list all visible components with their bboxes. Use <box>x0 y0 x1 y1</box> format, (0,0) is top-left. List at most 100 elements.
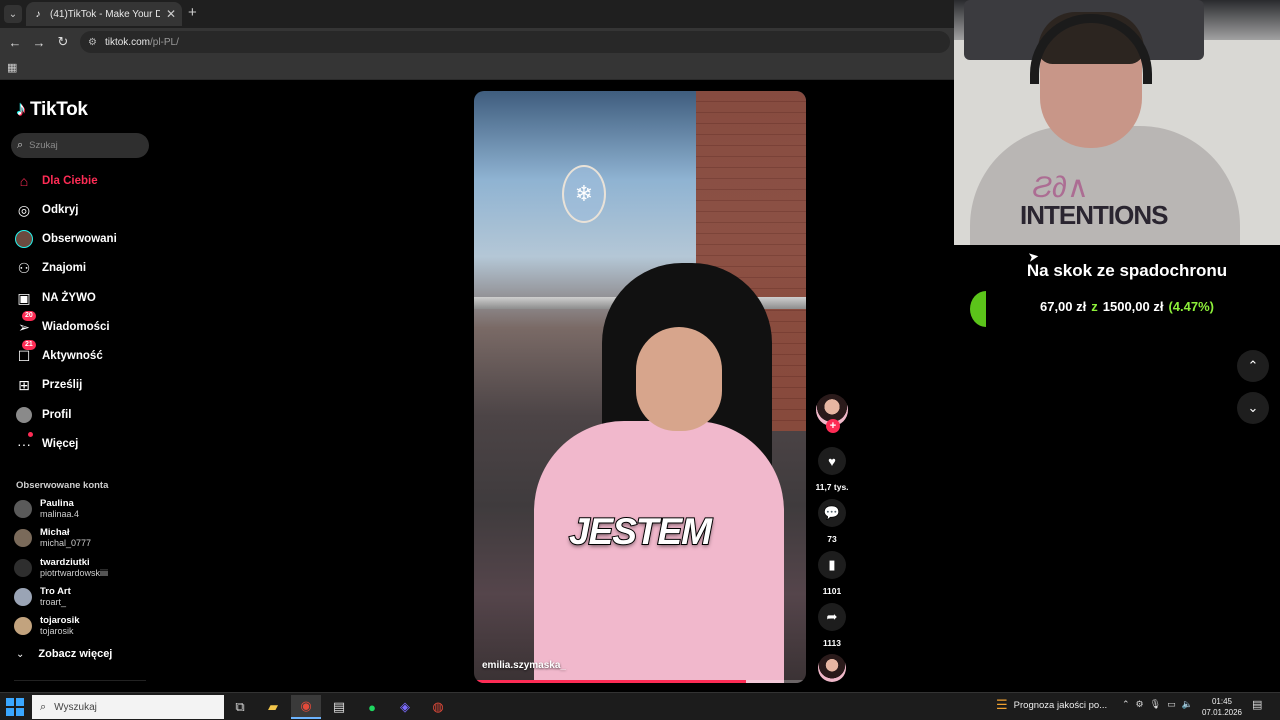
tiktok-note-icon: ♪ <box>16 98 26 120</box>
followed-account[interactable]: Tro Art troart_ <box>14 583 154 611</box>
see-more-button[interactable]: ⌄ Zobacz więcej <box>16 648 112 660</box>
nav-obserwowani[interactable]: Obserwowani <box>14 228 154 250</box>
search-icon[interactable]: ⌕ <box>17 139 23 152</box>
nav-przeslij[interactable]: ⊞ Prześlij <box>14 374 154 396</box>
profile-avatar-icon <box>14 405 34 425</box>
followed-account[interactable]: Paulina malinaa.4 <box>14 495 154 523</box>
donation-goal-progress-fill <box>970 291 986 327</box>
comment-button[interactable]: 💬 <box>818 499 846 527</box>
obs-icon[interactable]: ◍ <box>423 695 453 719</box>
search-box[interactable]: ⌕ <box>11 133 149 158</box>
save-button[interactable]: ▮ <box>818 551 846 579</box>
app-tray-icon[interactable]: ⚙ <box>1136 699 1144 710</box>
logo-text: TikTok <box>30 98 88 120</box>
address-bar[interactable]: ⚙ tiktok.com/pl-PL/ <box>80 31 950 53</box>
share-icon: ➦ <box>826 609 838 624</box>
discord-icon[interactable]: ◈ <box>390 695 420 719</box>
avatar <box>14 500 32 518</box>
apps-grid-icon[interactable]: ▦ <box>7 61 17 74</box>
taskbar-search[interactable]: ⌕ Wyszukaj <box>32 695 224 719</box>
followed-account[interactable]: twardziutki piotrtwardowskiiii <box>14 554 154 582</box>
next-video-button[interactable]: ⌄ <box>1237 392 1269 424</box>
webcam-feed: Ƨ∂∧ INTENTIONS <box>954 0 1280 245</box>
nav-odkryj[interactable]: ◎ Odkryj <box>14 199 154 221</box>
tab-close-icon[interactable]: ✕ <box>166 7 176 21</box>
following-avatar-icon <box>14 229 34 249</box>
see-more-label: Zobacz więcej <box>38 648 113 660</box>
video-player[interactable]: ❄ JESTEM emilia.szymaska_ <box>474 91 806 683</box>
nav-wiecej[interactable]: ··· Więcej <box>14 432 154 455</box>
account-name: Paulina <box>40 498 74 509</box>
url-path: /pl-PL/ <box>149 36 179 48</box>
nav-znajomi[interactable]: ⚇ Znajomi <box>14 257 154 279</box>
volume-icon[interactable]: 🔈 <box>1182 699 1193 710</box>
nav-label: Dla Ciebie <box>42 175 98 187</box>
nav-label: Odkryj <box>42 204 79 216</box>
nav-dla-ciebie[interactable]: ⌂ Dla Ciebie <box>14 170 154 192</box>
nav-label: Prześlij <box>42 379 83 391</box>
goal-amount: 67,00 zł <box>1039 299 1087 314</box>
avatar <box>14 529 32 547</box>
video-progress-bar[interactable] <box>474 680 806 683</box>
account-username: malinaa.4 <box>40 509 80 519</box>
comment-icon: 💬 <box>823 505 841 520</box>
goal-separator: z <box>1091 299 1098 314</box>
network-icon[interactable]: ▭ <box>1167 699 1176 710</box>
followed-accounts-title: Obserwowane konta <box>16 480 109 491</box>
taskbar-search-placeholder: Wyszukaj <box>54 701 97 713</box>
browser-toolbar: ← → ↻ ⚙ tiktok.com/pl-PL/ <box>0 28 954 56</box>
taskbar-clock[interactable]: 01:45 07.01.2026 <box>1200 696 1244 718</box>
followed-account[interactable]: tojarosik tojarosik <box>14 612 154 640</box>
music-disc-avatar[interactable] <box>818 654 846 682</box>
weather-text: Prognoza jakości po... <box>1013 699 1108 711</box>
tab-title: (41)TikTok - Make Your Day <box>50 8 160 20</box>
activity-icon: ☐ 21 <box>14 340 36 366</box>
reload-icon[interactable]: ↻ <box>54 33 72 51</box>
back-icon[interactable]: ← <box>6 33 24 51</box>
followed-account[interactable]: Michał michal_0777 <box>14 524 154 552</box>
nav-profil[interactable]: Profil <box>14 404 154 426</box>
site-info-icon[interactable]: ⚙ <box>88 37 97 48</box>
nav-aktywnosc[interactable]: ☐ 21 Aktywność <box>14 340 154 367</box>
notifications-icon[interactable]: ▤ <box>1252 698 1262 711</box>
weather-widget[interactable]: ☰ Prognoza jakości po... <box>996 697 1107 713</box>
avatar <box>14 559 32 577</box>
nav-label: Więcej <box>42 438 79 450</box>
nav-na-zywo[interactable]: ▣ NA ŻYWO <box>14 287 154 309</box>
like-button[interactable]: ♥ <box>818 447 846 475</box>
windows-taskbar: ⌕ Wyszukaj ⧉ ▰ ◉ ▤ ● ◈ ◍ ☰ Prognoza jako… <box>0 692 1280 720</box>
microphone-icon[interactable]: 🎙 <box>1150 699 1161 710</box>
search-input[interactable] <box>29 140 130 151</box>
messages-icon: ➢ 20 <box>14 311 36 337</box>
account-name: twardziutki <box>40 557 90 568</box>
task-view-icon[interactable]: ⧉ <box>225 695 255 719</box>
bookmarks-bar: ▦ <box>0 56 954 80</box>
tiktok-favicon-icon: ♪ <box>35 8 41 20</box>
spotify-icon[interactable]: ● <box>357 695 387 719</box>
windows-start-icon[interactable] <box>6 698 24 716</box>
chrome-icon[interactable]: ◉ <box>291 695 321 719</box>
share-button[interactable]: ➦ <box>818 603 846 631</box>
nav-wiadomosci[interactable]: ➢ 20 Wiadomości <box>14 311 154 338</box>
browser-tab[interactable]: ♪ (41)TikTok - Make Your Day ✕ <box>26 2 182 26</box>
comment-count: 73 <box>827 534 837 544</box>
forward-icon[interactable]: → <box>30 33 48 51</box>
follow-plus-icon[interactable]: + <box>826 419 840 433</box>
divider <box>14 680 146 681</box>
chevron-up-icon[interactable]: ⌃ <box>1122 699 1130 710</box>
chevron-down-icon: ⌄ <box>16 648 25 660</box>
account-name: Michał <box>40 527 70 538</box>
previous-video-button[interactable]: ⌃ <box>1237 350 1269 382</box>
tiktok-logo[interactable]: ♪ TikTok <box>16 98 88 121</box>
store-icon[interactable]: ▤ <box>324 695 354 719</box>
goal-percent: (4.47%) <box>1168 299 1214 314</box>
chevron-down-icon: ⌄ <box>1247 400 1259 415</box>
tab-search-menu-icon[interactable]: ⌄ <box>4 5 22 23</box>
activity-badge: 21 <box>22 340 36 350</box>
file-explorer-icon[interactable]: ▰ <box>258 695 288 719</box>
avatar <box>14 617 32 635</box>
air-quality-icon: ☰ <box>996 697 1008 712</box>
new-tab-button[interactable]: + <box>188 5 197 21</box>
video-author[interactable]: emilia.szymaska_ <box>482 660 566 671</box>
heart-icon: ♥ <box>828 453 836 469</box>
